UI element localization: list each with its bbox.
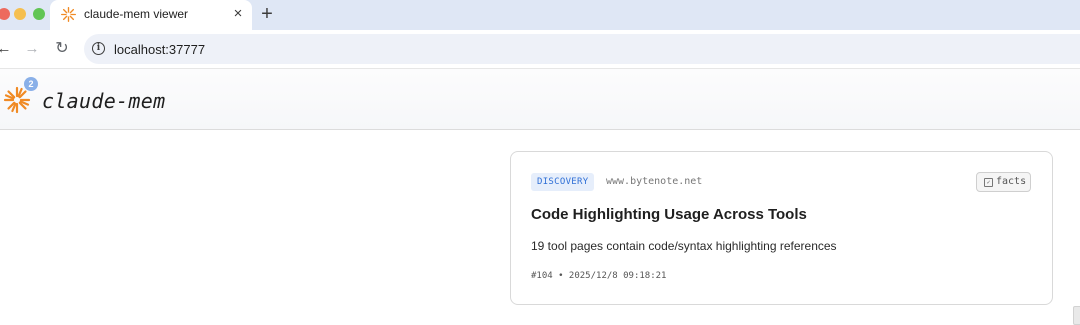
address-bar[interactable]: i localhost:37777 — [84, 34, 1080, 64]
notification-badge: 2 — [24, 77, 38, 91]
browser-toolbar: ← → ↻ i localhost:37777 — [0, 30, 1080, 69]
maximize-window-button[interactable] — [33, 8, 45, 20]
observation-card: DISCOVERY www.bytenote.net ✓ facts Code … — [510, 151, 1053, 305]
favicon-icon — [61, 7, 76, 22]
minimize-window-button[interactable] — [14, 8, 26, 20]
checkbox-icon: ✓ — [984, 178, 993, 187]
facts-toggle-button[interactable]: ✓ facts — [976, 172, 1031, 192]
forward-arrow-icon[interactable]: → — [22, 39, 42, 59]
scroll-to-top-handle[interactable] — [1073, 306, 1080, 325]
reload-icon[interactable]: ↻ — [52, 39, 72, 59]
new-tab-icon[interactable]: + — [256, 2, 278, 26]
close-window-button[interactable] — [0, 8, 10, 20]
site-info-icon[interactable]: i — [92, 42, 105, 55]
tab-close-icon[interactable]: × — [230, 5, 246, 23]
card-meta: #104 • 2025/12/8 09:18:21 — [531, 271, 667, 281]
back-arrow-icon[interactable]: ← — [0, 39, 14, 59]
facts-label: facts — [996, 176, 1027, 187]
card-title: Code Highlighting Usage Across Tools — [531, 206, 807, 223]
tab-title: claude-mem viewer — [84, 7, 189, 21]
url-text[interactable]: localhost:37777 — [114, 42, 205, 57]
source-domain: www.bytenote.net — [606, 176, 703, 187]
type-badge: DISCOVERY — [531, 173, 595, 191]
card-description: 19 tool pages contain code/syntax highli… — [531, 239, 837, 253]
browser-tab-strip: claude-mem viewer × + — [0, 0, 1080, 30]
app-header: 2 claude-mem — [0, 69, 1080, 130]
browser-tab[interactable]: claude-mem viewer × — [50, 0, 252, 30]
app-title: claude-mem — [42, 89, 166, 113]
